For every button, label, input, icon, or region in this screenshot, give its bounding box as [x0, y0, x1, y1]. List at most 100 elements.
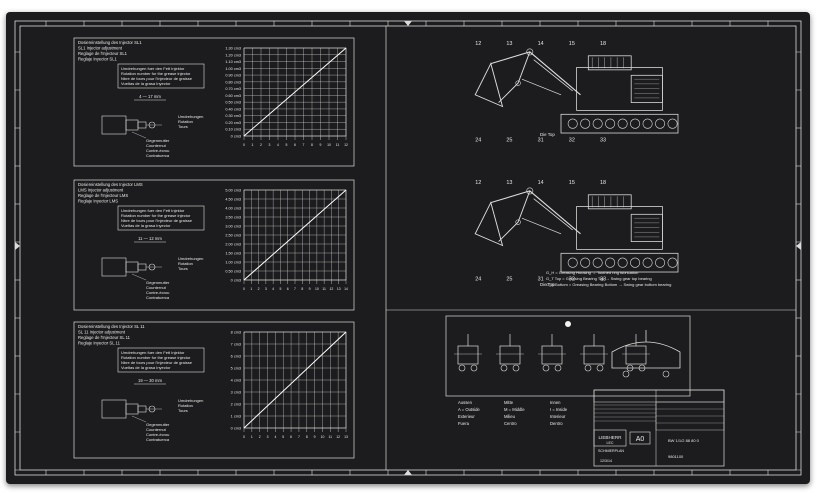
callout-number: 15 — [569, 41, 575, 47]
x-tick-label: 2 — [259, 435, 261, 439]
track-roller — [605, 118, 616, 129]
frame-center-mark — [796, 242, 801, 250]
note-line: Vueltas de la grasa Inyector — [121, 81, 171, 86]
y-tick-label: 4 cm3 — [231, 379, 241, 383]
x-tick-label: 9 — [309, 287, 311, 291]
x-tick-label: 10 — [327, 143, 331, 147]
frame-center-mark — [404, 470, 412, 475]
title-block-frame — [593, 389, 725, 467]
engine-house — [630, 213, 663, 242]
track-roller — [667, 118, 678, 129]
panel-header-line: Dosiereinstellung des Injector SL 11 — [78, 324, 145, 329]
key-cell: Mitte — [504, 400, 514, 405]
bearing-detail-3 — [538, 334, 566, 372]
key-cell: Centro — [504, 421, 517, 426]
x-tick-label: 8 — [311, 143, 313, 147]
title-block-code: 12/3/14 — [600, 459, 612, 463]
center-dot-marker — [565, 321, 571, 327]
track-roller — [567, 118, 578, 129]
key-cell: Milieu — [504, 414, 516, 419]
x-tick-label: 4 — [277, 143, 279, 147]
callout-number: 33 — [600, 138, 606, 144]
callout-number: 18 — [600, 41, 606, 47]
rotation-label: Tours — [178, 266, 188, 271]
y-tick-label: 0.60 cm3 — [225, 94, 241, 98]
callout-number: 14 — [538, 41, 544, 47]
injector-panel-3: Dosiereinstellung des Injector SL 11SL 1… — [73, 321, 355, 459]
swing-gear-foot — [622, 370, 630, 378]
panel-header-line: Reglaje Inyector LMS — [78, 199, 118, 204]
x-tick-label: 6 — [287, 287, 289, 291]
title-block-number: 9801100 — [668, 454, 684, 459]
bearing-detail-2 — [496, 334, 524, 372]
leader-line — [131, 415, 147, 423]
key-cell: Fuera — [458, 421, 470, 426]
x-tick-label: 5 — [279, 287, 281, 291]
brand-sub: LEC — [607, 441, 614, 445]
x-tick-label: 14 — [344, 287, 348, 291]
bearing-body — [457, 345, 479, 365]
x-tick-label: 13 — [344, 435, 348, 439]
frame-center-mark — [15, 242, 20, 250]
injector-body — [101, 399, 127, 419]
injector-body — [101, 115, 127, 135]
callout-number: 32 — [569, 138, 575, 144]
bearing-foot — [512, 364, 520, 372]
key-cell: Interieur — [550, 414, 566, 419]
y-tick-label: 8 cm3 — [231, 331, 241, 335]
x-tick-label: 9 — [320, 143, 322, 147]
x-tick-label: 0 — [243, 435, 245, 439]
y-tick-label: 0 cm3 — [231, 279, 241, 283]
x-tick-label: 7 — [298, 435, 300, 439]
y-tick-label: 0.80 cm3 — [225, 80, 241, 84]
panel-header-line: Reglage de l'Injecteur LMS — [78, 193, 128, 198]
y-tick-label: 1.50 cm3 — [225, 252, 241, 256]
panel-header-line: Reglage de l'Injecteur SL 11 — [78, 335, 131, 340]
x-tick-label: 1 — [252, 143, 254, 147]
engine-house — [630, 74, 663, 103]
title-block-dept: SCHMIERPLAN — [598, 449, 624, 453]
key-cell: Dentro — [550, 421, 563, 426]
y-tick-label: 1.10 cm3 — [225, 60, 241, 64]
track-roller — [580, 118, 591, 129]
x-tick-label: 4 — [272, 287, 274, 291]
injector-stem — [137, 263, 147, 271]
boom — [490, 51, 581, 96]
legend-line: G_B Bottom = Greasing Bearing Bottom → S… — [546, 282, 671, 287]
panel-header-line: Reglaje Inyector SL 11 — [78, 341, 121, 346]
rotation-label: Tours — [178, 408, 188, 413]
bearing-body — [499, 345, 521, 365]
track-roller — [642, 257, 653, 268]
y-tick-label: 7 cm3 — [231, 343, 241, 347]
y-tick-label: 3.50 cm3 — [225, 216, 241, 220]
counternut-label: Contratuerca — [146, 437, 170, 442]
panel-header-line: Dosiereinstellung des Injector LMS — [78, 182, 143, 187]
callout-number: 12 — [475, 41, 481, 47]
y-tick-label: 1.30 cm3 — [225, 47, 241, 51]
track-roller — [630, 118, 641, 129]
track — [560, 113, 679, 134]
key-cell: Aussen — [458, 400, 473, 405]
y-tick-label: 1.00 cm3 — [225, 261, 241, 265]
y-tick-label: 0.70 cm3 — [225, 87, 241, 91]
bearing-foot — [500, 364, 508, 372]
bearing-body — [625, 345, 647, 365]
blueprint-drawing: Dosiereinstellung des Injector SL1SL1 In… — [14, 20, 802, 476]
panel-header-line: Reglaje Inyector SL1 — [78, 57, 118, 62]
note-line: Vueltas de la grasa Inyector — [121, 223, 171, 228]
y-tick-label: 1.00 cm3 — [225, 67, 241, 71]
x-tick-label: 5 — [282, 435, 284, 439]
y-tick-label: 4.50 cm3 — [225, 198, 241, 202]
hydraulic-cylinder — [521, 217, 562, 235]
x-tick-label: 0 — [243, 143, 245, 147]
key-cell: Exterieur — [458, 414, 475, 419]
brand-logo-text: LIEBHERR — [599, 435, 623, 440]
sheet-size: A0 — [636, 436, 645, 443]
bearing-foot — [584, 364, 592, 372]
callout-number: 24 — [475, 138, 481, 144]
y-tick-label: 0.40 cm3 — [225, 107, 241, 111]
callout-number: 25 — [506, 138, 512, 144]
track-roller — [642, 118, 653, 129]
x-tick-label: 10 — [321, 435, 325, 439]
note-line: Vueltas de la grasa Inyector — [121, 365, 171, 370]
